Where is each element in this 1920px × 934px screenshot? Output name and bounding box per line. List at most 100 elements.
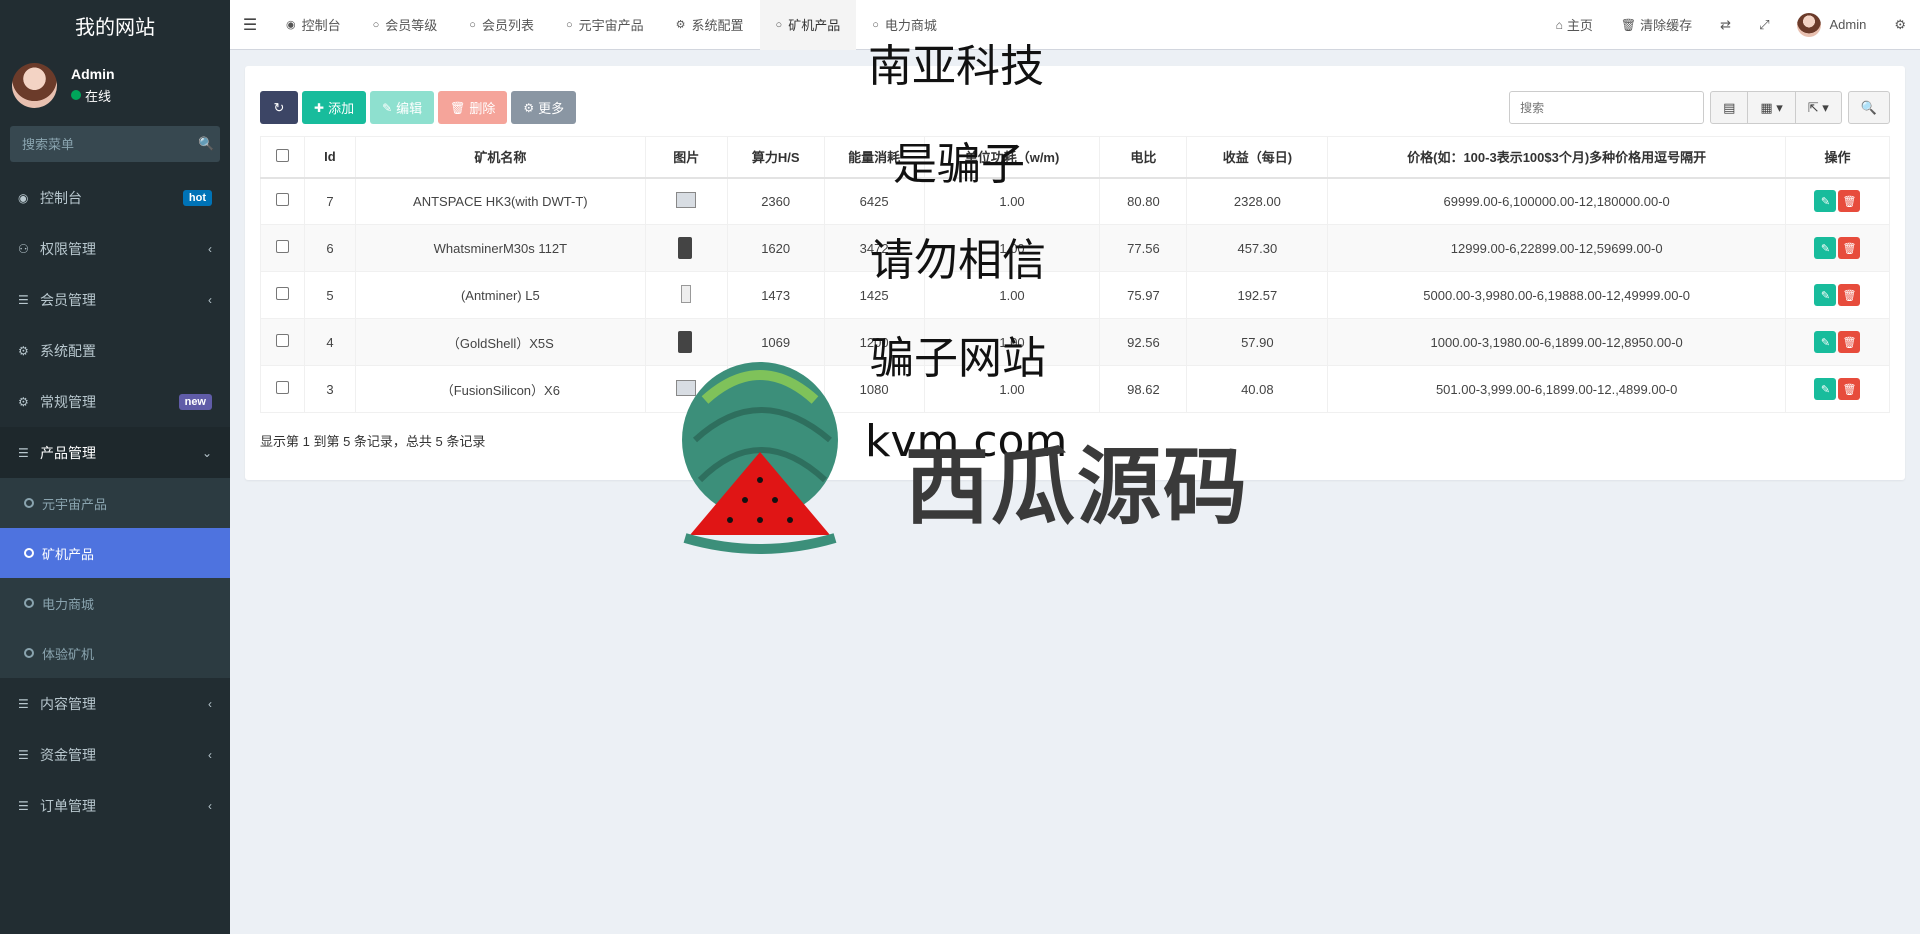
translate-icon[interactable]: ⇄ <box>1706 17 1745 33</box>
cell-image[interactable] <box>644 318 728 366</box>
table-row[interactable]: 4 （GoldShell）X5S 1069 1200 1.00 92.56 57… <box>260 318 1891 366</box>
submenu-label: 元宇宙产品 <box>42 496 108 512</box>
miner-thumbnail[interactable] <box>672 233 700 261</box>
row-delete-icon[interactable]: 🗑 <box>1838 237 1861 259</box>
table-row[interactable]: 7 ANTSPACE HK3(with DWT-T) 2360 6425 1.0… <box>260 177 1891 225</box>
sidebar-item-permissions[interactable]: ⚇ 权限管理 ‹ <box>0 223 230 274</box>
cell-id: 3 <box>303 365 356 413</box>
toggle-view-icon[interactable]: ▤ <box>1710 91 1749 124</box>
submenu-item-power-store[interactable]: 电力商城 <box>0 578 230 628</box>
row-delete-icon[interactable]: 🗑 <box>1838 378 1861 400</box>
row-edit-icon[interactable]: ✎ <box>1814 284 1837 306</box>
sidebar-item-general[interactable]: ⚙ 常规管理 new <box>0 376 230 427</box>
delete-button[interactable]: 🗑 删除 <box>438 91 508 124</box>
row-delete-icon[interactable]: 🗑 <box>1838 284 1861 306</box>
row-checkbox[interactable] <box>275 287 289 300</box>
row-edit-icon[interactable]: ✎ <box>1814 378 1837 400</box>
cell-image[interactable] <box>644 271 728 319</box>
search-icon[interactable]: 🔍 <box>198 136 214 152</box>
avatar <box>1797 12 1822 37</box>
add-button[interactable]: ✚ 添加 <box>302 91 367 124</box>
submenu-item-trial-miners[interactable]: 体验矿机 <box>0 628 230 678</box>
cell-daily-income: 457.30 <box>1186 224 1329 272</box>
avatar <box>12 62 57 108</box>
sidebar-item-products[interactable]: ☰ 产品管理 ⌄ <box>0 427 230 478</box>
row-delete-icon[interactable]: 🗑 <box>1838 190 1861 213</box>
col-header[interactable]: 价格(如：100-3表示100$3个月)多种价格用逗号隔开 <box>1327 136 1786 179</box>
site-logo[interactable]: 我的网站 <box>0 0 230 50</box>
submenu-item-metaverse[interactable]: 元宇宙产品 <box>0 478 230 528</box>
watermark-line: 是骗子 <box>893 139 1025 190</box>
row-checkbox[interactable] <box>275 381 289 394</box>
row-select-cell <box>260 177 305 225</box>
chevron-left-icon: ‹ <box>208 292 212 307</box>
menu-search-input[interactable] <box>22 136 198 152</box>
pagination-summary: 显示第 1 到第 5 条记录，总共 5 条记录 <box>260 434 486 449</box>
col-header[interactable]: 收益（每日) <box>1186 136 1329 179</box>
col-header[interactable]: 电比 <box>1099 136 1188 179</box>
sidebar-item-label: 产品管理 <box>40 444 96 461</box>
col-header[interactable]: 图片 <box>644 136 728 179</box>
cell-price: 1000.00-3,1980.00-6,1899.00-12,8950.00-0 <box>1327 318 1786 366</box>
tab-miner-products[interactable]: ○ 矿机产品 <box>759 0 857 50</box>
more-button[interactable]: ⚙ 更多 <box>511 91 577 124</box>
row-edit-icon[interactable]: ✎ <box>1814 237 1837 259</box>
cell-actions: ✎ 🗑 <box>1784 224 1891 272</box>
cell-id: 5 <box>303 271 356 319</box>
col-header[interactable]: 矿机名称 <box>354 136 646 179</box>
row-checkbox[interactable] <box>275 334 289 347</box>
clear-cache-button[interactable]: 🗑 清除缓存 <box>1607 15 1706 34</box>
table-search-input[interactable] <box>1509 91 1705 124</box>
miner-thumbnail[interactable] <box>672 280 700 308</box>
sidebar-item-dashboard[interactable]: ◉ 控制台 hot <box>0 172 230 223</box>
sidebar-item-content[interactable]: ☰ 内容管理 ‹ <box>0 678 230 729</box>
sidebar-item-system-config[interactable]: ⚙ 系统配置 <box>0 325 230 376</box>
circle-icon: ○ <box>775 18 783 31</box>
hamburger-icon[interactable]: ☰ <box>230 15 270 35</box>
table-row[interactable]: 6 WhatsminerM30s 112T 1620 3472 1.00 77.… <box>260 224 1891 272</box>
miner-thumbnail[interactable] <box>672 327 700 355</box>
tab-member-level[interactable]: ○ 会员等级 <box>357 0 454 50</box>
col-header[interactable]: 操作 <box>1784 136 1891 179</box>
cell-hashrate: 1620 <box>726 224 825 272</box>
content-panel: ↻ ✚添加 ✎编辑 🗑删除 ⚙更多 ▤ ▦ ▾ ⇱ ▾ 🔍 Id 矿机名称 图片… <box>245 66 1905 480</box>
row-checkbox[interactable] <box>275 240 289 253</box>
row-checkbox[interactable] <box>275 193 289 207</box>
home-link[interactable]: ⌂ 主页 <box>1542 15 1607 34</box>
settings-gear-icon[interactable]: ⚙ <box>1880 17 1920 33</box>
circle-icon: ○ <box>565 18 573 31</box>
tab-label: 元宇宙产品 <box>578 18 644 33</box>
watermark-brand: 西瓜源码 <box>905 438 1250 536</box>
table-row[interactable]: 3 （FusionSilicon）X6 1080 1080 1.00 98.62… <box>260 365 1891 413</box>
row-edit-icon[interactable]: ✎ <box>1814 190 1837 213</box>
export-dropdown-icon[interactable]: ⇱ ▾ <box>1794 91 1842 124</box>
table-row[interactable]: 5 (Antminer) L5 1473 1425 1.00 75.97 192… <box>260 271 1891 319</box>
sidebar-item-funds[interactable]: ☰ 资金管理 ‹ <box>0 729 230 780</box>
admin-label: Admin <box>1829 17 1867 32</box>
cell-image[interactable] <box>644 224 728 272</box>
miner-thumbnail[interactable] <box>672 186 700 214</box>
select-all-checkbox[interactable] <box>275 148 289 162</box>
advanced-search-icon[interactable]: 🔍 <box>1847 91 1890 124</box>
sidebar-item-orders[interactable]: ☰ 订单管理 ‹ <box>0 780 230 831</box>
refresh-button[interactable]: ↻ <box>260 91 298 124</box>
tab-member-list[interactable]: ○ 会员列表 <box>453 0 550 50</box>
submenu-item-miners[interactable]: 矿机产品 <box>0 528 230 578</box>
col-header[interactable]: 算力H/S <box>726 136 825 179</box>
table-tools: ▤ ▦ ▾ ⇱ ▾ 🔍 <box>1509 91 1890 124</box>
row-edit-icon[interactable]: ✎ <box>1814 331 1837 353</box>
tab-system-config[interactable]: ⚙ 系统配置 <box>660 0 760 50</box>
edit-label: 编辑 <box>396 101 423 116</box>
dashboard-icon: ◉ <box>286 19 296 31</box>
col-header[interactable]: Id <box>303 136 356 179</box>
row-delete-icon[interactable]: 🗑 <box>1838 331 1861 353</box>
cell-price: 69999.00-6,100000.00-12,180000.00-0 <box>1327 177 1786 225</box>
tab-metaverse-products[interactable]: ○ 元宇宙产品 <box>550 0 660 50</box>
sidebar-item-members[interactable]: ☰ 会员管理 ‹ <box>0 274 230 325</box>
edit-button[interactable]: ✎ 编辑 <box>370 91 435 124</box>
cell-image[interactable] <box>644 177 728 225</box>
tab-dashboard[interactable]: ◉ 控制台 <box>270 0 357 50</box>
admin-menu[interactable]: Admin <box>1783 12 1880 37</box>
columns-dropdown-icon[interactable]: ▦ ▾ <box>1747 91 1796 124</box>
fullscreen-icon[interactable]: ⤢ <box>1745 17 1783 33</box>
